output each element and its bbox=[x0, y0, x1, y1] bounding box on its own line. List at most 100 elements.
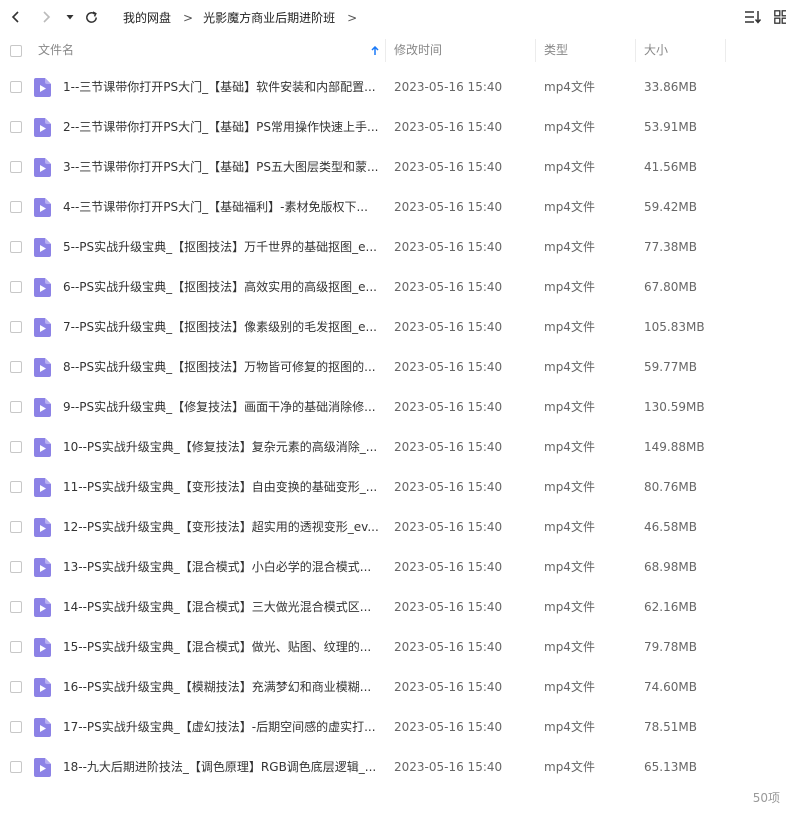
column-header-modified[interactable]: 修改时间 bbox=[394, 34, 442, 67]
file-name[interactable]: 18--九大后期进阶技法_【调色原理】RGB调色底层逻辑_... bbox=[63, 747, 381, 787]
refresh-button[interactable] bbox=[81, 7, 101, 27]
row-checkbox[interactable] bbox=[10, 721, 22, 733]
file-row[interactable]: 13--PS实战升级宝典_【混合模式】小白必学的混合模式... 2023-05-… bbox=[0, 547, 786, 587]
file-row[interactable]: 14--PS实战升级宝典_【混合模式】三大做光混合模式区... 2023-05-… bbox=[0, 587, 786, 627]
file-name[interactable]: 6--PS实战升级宝典_【抠图技法】高效实用的高级抠图_e... bbox=[63, 267, 381, 307]
row-checkbox[interactable] bbox=[10, 561, 22, 573]
file-name[interactable]: 17--PS实战升级宝典_【虚幻技法】-后期空间感的虚实打... bbox=[63, 707, 381, 747]
file-modified-time: 2023-05-16 15:40 bbox=[394, 240, 503, 254]
file-row[interactable]: 12--PS实战升级宝典_【变形技法】超实用的透视变形_ev... 2023-0… bbox=[0, 507, 786, 547]
file-row[interactable]: 9--PS实战升级宝典_【修复技法】画面干净的基础消除修... 2023-05-… bbox=[0, 387, 786, 427]
item-count: 50项 bbox=[752, 791, 780, 805]
breadcrumb-item-root[interactable]: 我的网盘 bbox=[123, 9, 171, 26]
file-name[interactable]: 8--PS实战升级宝典_【抠图技法】万物皆可修复的抠图的... bbox=[63, 347, 381, 387]
forward-button[interactable] bbox=[36, 7, 56, 27]
row-checkbox[interactable] bbox=[10, 121, 22, 133]
video-file-icon bbox=[34, 758, 51, 777]
file-row[interactable]: 18--九大后期进阶技法_【调色原理】RGB调色底层逻辑_... 2023-05… bbox=[0, 747, 786, 787]
row-checkbox[interactable] bbox=[10, 161, 22, 173]
row-checkbox[interactable] bbox=[10, 321, 22, 333]
row-checkbox[interactable] bbox=[10, 201, 22, 213]
file-modified-time: 2023-05-16 15:40 bbox=[394, 80, 503, 94]
row-checkbox[interactable] bbox=[10, 441, 22, 453]
row-checkbox[interactable] bbox=[10, 241, 22, 253]
video-file-icon bbox=[34, 518, 51, 537]
file-name[interactable]: 15--PS实战升级宝典_【混合模式】做光、贴图、纹理的... bbox=[63, 627, 381, 667]
file-row[interactable]: 16--PS实战升级宝典_【模糊技法】充满梦幻和商业模糊... 2023-05-… bbox=[0, 667, 786, 707]
row-checkbox[interactable] bbox=[10, 281, 22, 293]
file-modified-time: 2023-05-16 15:40 bbox=[394, 520, 503, 534]
grid-view-icon bbox=[774, 10, 786, 24]
row-checkbox[interactable] bbox=[10, 481, 22, 493]
file-name[interactable]: 16--PS实战升级宝典_【模糊技法】充满梦幻和商业模糊... bbox=[63, 667, 381, 707]
row-checkbox[interactable] bbox=[10, 761, 22, 773]
file-name[interactable]: 9--PS实战升级宝典_【修复技法】画面干净的基础消除修... bbox=[63, 387, 381, 427]
file-row[interactable]: 6--PS实战升级宝典_【抠图技法】高效实用的高级抠图_e... 2023-05… bbox=[0, 267, 786, 307]
breadcrumb-separator: > bbox=[183, 11, 194, 25]
file-row[interactable]: 15--PS实战升级宝典_【混合模式】做光、贴图、纹理的... 2023-05-… bbox=[0, 627, 786, 667]
row-checkbox[interactable] bbox=[10, 401, 22, 413]
breadcrumb-item-folder[interactable]: 光影魔方商业后期进阶班 bbox=[203, 9, 335, 26]
video-file-icon bbox=[34, 358, 51, 377]
video-file-icon bbox=[34, 598, 51, 617]
row-checkbox[interactable] bbox=[10, 361, 22, 373]
file-modified-time: 2023-05-16 15:40 bbox=[394, 440, 503, 454]
file-name[interactable]: 4--三节课带你打开PS大门_【基础福利】-素材免版权下... bbox=[63, 187, 381, 227]
file-row[interactable]: 10--PS实战升级宝典_【修复技法】复杂元素的高级消除_... 2023-05… bbox=[0, 427, 786, 467]
column-header-type[interactable]: 类型 bbox=[544, 34, 568, 67]
breadcrumb-separator[interactable]: > bbox=[347, 11, 357, 25]
file-size: 149.88MB bbox=[644, 440, 705, 454]
back-button[interactable] bbox=[6, 7, 26, 27]
row-checkbox[interactable] bbox=[10, 81, 22, 93]
row-checkbox[interactable] bbox=[10, 681, 22, 693]
sort-list-icon bbox=[745, 11, 762, 24]
video-file-icon bbox=[34, 278, 51, 297]
file-row[interactable]: 3--三节课带你打开PS大门_【基础】PS五大图层类型和蒙... 2023-05… bbox=[0, 147, 786, 187]
video-file-icon bbox=[34, 478, 51, 497]
column-divider[interactable] bbox=[635, 39, 636, 62]
row-checkbox[interactable] bbox=[10, 601, 22, 613]
file-size: 65.13MB bbox=[644, 760, 697, 774]
file-row[interactable]: 1--三节课带你打开PS大门_【基础】软件安装和内部配置... 2023-05-… bbox=[0, 67, 786, 107]
sort-button[interactable] bbox=[744, 8, 762, 26]
file-modified-time: 2023-05-16 15:40 bbox=[394, 160, 503, 174]
file-type: mp4文件 bbox=[544, 440, 595, 454]
file-row[interactable]: 2--三节课带你打开PS大门_【基础】PS常用操作快速上手... 2023-05… bbox=[0, 107, 786, 147]
file-name[interactable]: 14--PS实战升级宝典_【混合模式】三大做光混合模式区... bbox=[63, 587, 381, 627]
file-row[interactable]: 8--PS实战升级宝典_【抠图技法】万物皆可修复的抠图的... 2023-05-… bbox=[0, 347, 786, 387]
file-row[interactable]: 4--三节课带你打开PS大门_【基础福利】-素材免版权下... 2023-05-… bbox=[0, 187, 786, 227]
file-name[interactable]: 7--PS实战升级宝典_【抠图技法】像素级别的毛发抠图_e... bbox=[63, 307, 381, 347]
column-divider[interactable] bbox=[385, 39, 386, 62]
file-row[interactable]: 11--PS实战升级宝典_【变形技法】自由变换的基础变形_... 2023-05… bbox=[0, 467, 786, 507]
file-row[interactable]: 5--PS实战升级宝典_【抠图技法】万千世界的基础抠图_e... 2023-05… bbox=[0, 227, 786, 267]
file-name[interactable]: 11--PS实战升级宝典_【变形技法】自由变换的基础变形_... bbox=[63, 467, 381, 507]
history-dropdown-button[interactable] bbox=[61, 7, 79, 27]
file-row[interactable]: 7--PS实战升级宝典_【抠图技法】像素级别的毛发抠图_e... 2023-05… bbox=[0, 307, 786, 347]
file-type: mp4文件 bbox=[544, 200, 595, 214]
sort-up-arrow-icon[interactable] bbox=[370, 46, 380, 56]
file-name[interactable]: 5--PS实战升级宝典_【抠图技法】万千世界的基础抠图_e... bbox=[63, 227, 381, 267]
file-row[interactable]: 17--PS实战升级宝典_【虚幻技法】-后期空间感的虚实打... 2023-05… bbox=[0, 707, 786, 747]
file-size: 33.86MB bbox=[644, 80, 697, 94]
video-file-icon bbox=[34, 718, 51, 737]
file-name[interactable]: 10--PS实战升级宝典_【修复技法】复杂元素的高级消除_... bbox=[63, 427, 381, 467]
file-name[interactable]: 12--PS实战升级宝典_【变形技法】超实用的透视变形_ev... bbox=[63, 507, 381, 547]
file-name[interactable]: 13--PS实战升级宝典_【混合模式】小白必学的混合模式... bbox=[63, 547, 381, 587]
select-all-checkbox[interactable] bbox=[10, 45, 22, 57]
column-header-size[interactable]: 大小 bbox=[644, 34, 668, 67]
video-file-icon bbox=[34, 438, 51, 457]
row-checkbox[interactable] bbox=[10, 641, 22, 653]
column-divider[interactable] bbox=[535, 39, 536, 62]
file-name[interactable]: 2--三节课带你打开PS大门_【基础】PS常用操作快速上手... bbox=[63, 107, 381, 147]
file-type: mp4文件 bbox=[544, 280, 595, 294]
column-header-name[interactable]: 文件名 bbox=[38, 34, 74, 67]
file-type: mp4文件 bbox=[544, 240, 595, 254]
row-checkbox[interactable] bbox=[10, 521, 22, 533]
file-list-header: 文件名 修改时间 类型 大小 bbox=[0, 34, 786, 67]
grid-view-button[interactable] bbox=[772, 8, 786, 26]
file-name[interactable]: 3--三节课带你打开PS大门_【基础】PS五大图层类型和蒙... bbox=[63, 147, 381, 187]
column-divider[interactable] bbox=[725, 39, 726, 62]
file-name[interactable]: 1--三节课带你打开PS大门_【基础】软件安装和内部配置... bbox=[63, 67, 381, 107]
file-modified-time: 2023-05-16 15:40 bbox=[394, 720, 503, 734]
refresh-icon bbox=[85, 10, 97, 23]
